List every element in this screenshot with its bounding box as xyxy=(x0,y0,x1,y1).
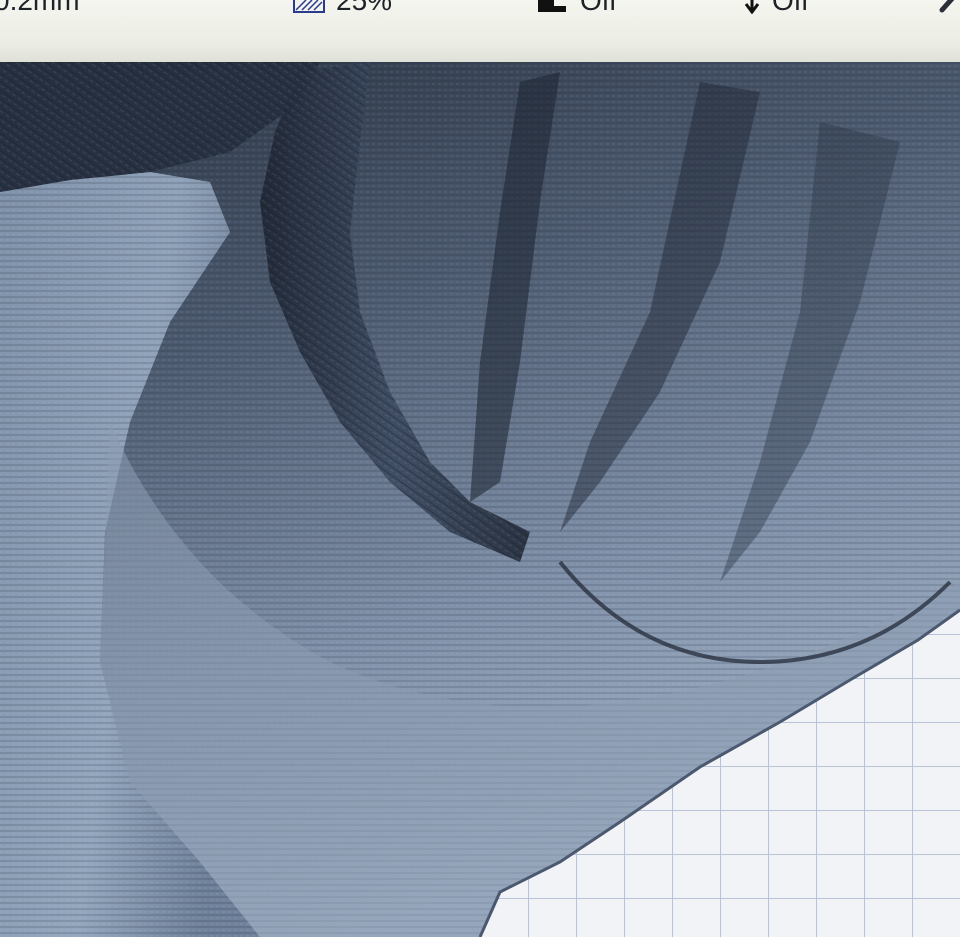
adhesion-setting[interactable]: Off xyxy=(742,0,809,16)
model-layer-preview[interactable] xyxy=(0,62,960,937)
3d-viewport[interactable] xyxy=(0,62,960,937)
tool-icon xyxy=(938,0,960,14)
adhesion-value: Off xyxy=(772,0,809,16)
layer-height-value: 0.2mm xyxy=(0,0,80,16)
tool-button[interactable] xyxy=(938,0,960,16)
infill-icon xyxy=(292,0,326,14)
infill-setting[interactable]: 25% xyxy=(292,0,392,16)
layer-height-setting[interactable]: 0.2mm xyxy=(0,0,80,16)
infill-value: 25% xyxy=(336,0,393,16)
support-icon xyxy=(536,0,570,14)
support-value: Off xyxy=(580,0,617,16)
print-settings-toolbar: 0.2mm 25% Off Off xyxy=(0,0,960,64)
adhesion-icon xyxy=(742,0,762,15)
slicer-window: 0.2mm 25% Off Off xyxy=(0,0,960,937)
support-setting[interactable]: Off xyxy=(536,0,617,16)
